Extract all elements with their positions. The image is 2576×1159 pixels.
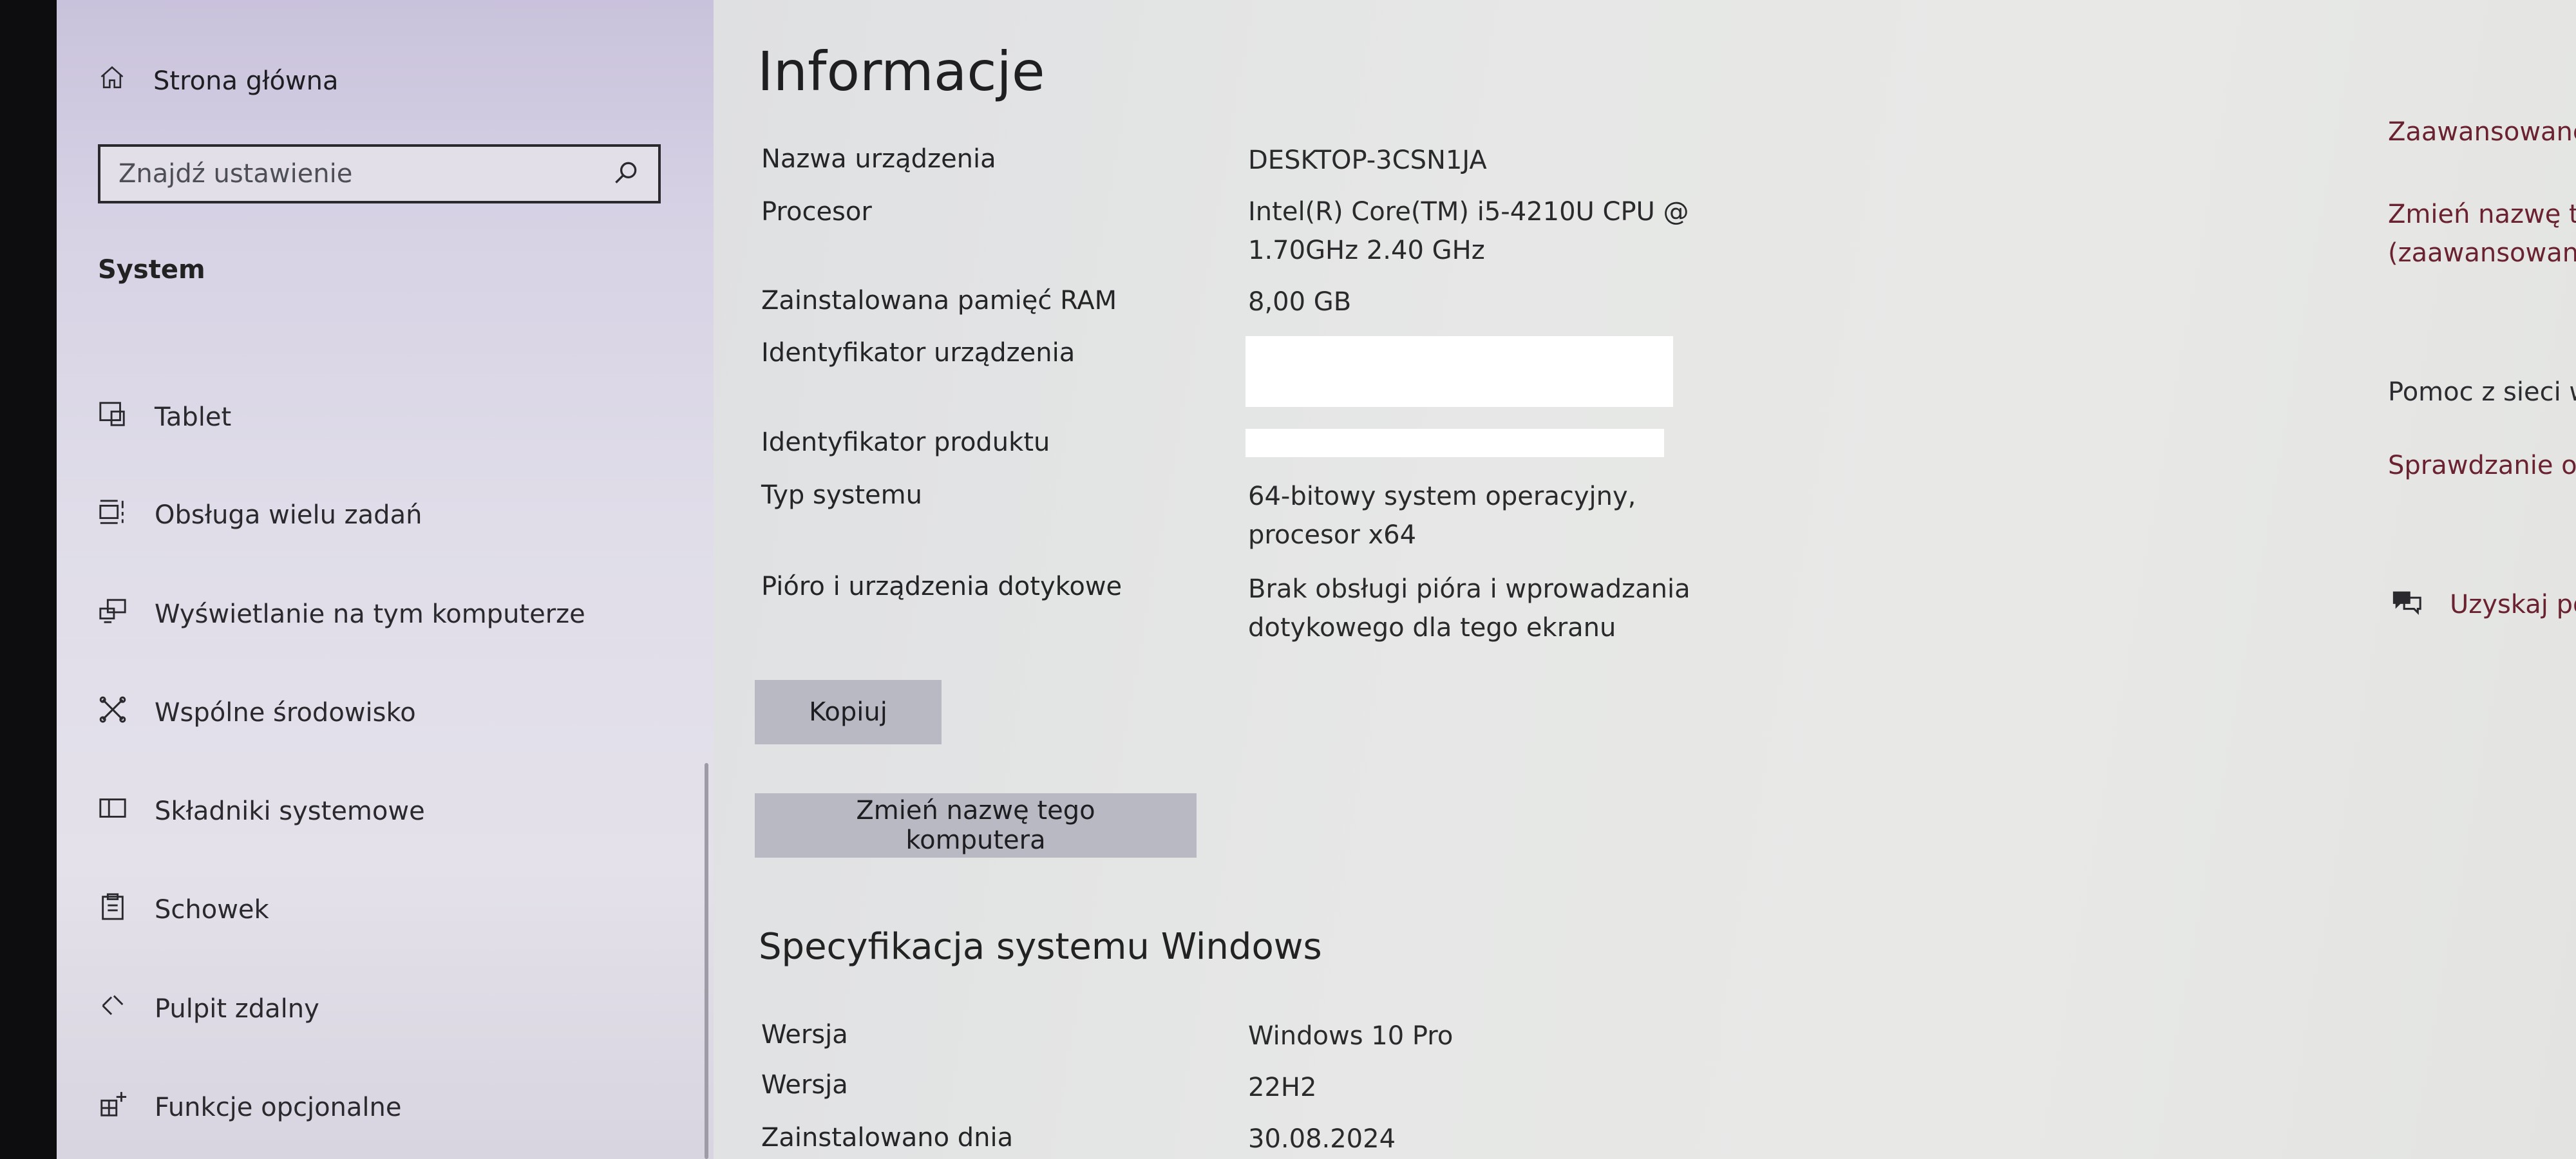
copy-button[interactable]: Kopiuj	[755, 680, 942, 744]
device-name-value: DESKTOP-3CSN1JA	[1248, 146, 1487, 175]
search-icon[interactable]	[612, 158, 640, 189]
system-components-icon	[98, 793, 128, 829]
processor-label: Procesor	[761, 197, 872, 227]
remote-desktop-icon	[98, 991, 128, 1027]
system-type-value-line2: procesor x64	[1248, 520, 1417, 550]
rename-pc-button[interactable]: Zmień nazwę tego komputera	[755, 793, 1197, 858]
pen-touch-value-line2: dotykowego dla tego ekranu	[1248, 613, 1616, 643]
processor-value-line2: 1.70GHz 2.40 GHz	[1248, 236, 1485, 265]
sidebar-item-clipboard[interactable]: Schowek	[98, 887, 269, 932]
settings-window: Strona główna System Tablet	[57, 0, 2576, 1159]
system-type-value-line1: 64-bitowy system operacyjny,	[1248, 482, 1636, 511]
tablet-icon	[98, 399, 128, 435]
home-icon	[98, 64, 126, 99]
home-link[interactable]: Strona główna	[98, 62, 339, 100]
sidebar-item-remote-desktop[interactable]: Pulpit zdalny	[98, 986, 319, 1032]
clipboard-icon	[98, 892, 128, 928]
rename-advanced-link-line2[interactable]: (zaawansowane)	[2388, 238, 2576, 268]
check-service-link[interactable]: Sprawdzanie obsłu	[2388, 451, 2576, 480]
sidebar-item-tablet[interactable]: Tablet	[98, 395, 231, 440]
installed-on-value: 30.08.2024	[1248, 1124, 1396, 1154]
home-label: Strona główna	[153, 66, 339, 96]
sidebar-item-label: Tablet	[155, 402, 232, 432]
installed-on-label: Zainstalowano dnia	[761, 1123, 1014, 1153]
settings-search-box[interactable]	[98, 144, 661, 203]
ram-label: Zainstalowana pamięć RAM	[761, 286, 1117, 316]
version-value: 22H2	[1248, 1073, 1317, 1102]
sidebar-item-label: Schowek	[155, 895, 269, 925]
optional-features-icon	[98, 1089, 128, 1126]
product-id-label: Identyfikator produktu	[761, 428, 1050, 457]
version-label: Wersja	[761, 1070, 848, 1100]
sidebar-item-label: Składniki systemowe	[155, 796, 425, 826]
sidebar-scrollbar[interactable]	[705, 763, 708, 1159]
settings-search-input[interactable]	[117, 158, 609, 189]
sidebar-item-multitasking[interactable]: Obsługa wielu zadań	[98, 493, 422, 538]
sidebar-item-label: Funkcje opcjonalne	[155, 1093, 402, 1122]
pen-touch-value-line1: Brak obsługi pióra i wprowadzania	[1248, 574, 1690, 604]
device-name-label: Nazwa urządzenia	[761, 144, 996, 174]
sidebar-item-label: Obsługa wielu zadań	[155, 500, 422, 530]
get-help-icon	[2391, 587, 2423, 622]
multitasking-icon	[98, 497, 128, 533]
advanced-settings-link[interactable]: Zaawansowane ust	[2388, 117, 2576, 147]
pen-touch-label: Pióro i urządzenia dotykowe	[761, 572, 1122, 601]
ram-value: 8,00 GB	[1248, 287, 1352, 317]
rename-advanced-link-line1[interactable]: Zmień nazwę tego	[2388, 200, 2576, 229]
get-help-link[interactable]: Uzyskaj pom	[2391, 587, 2576, 622]
sidebar-item-label: Wyświetlanie na tym komputerze	[155, 599, 585, 629]
sidebar: Strona główna System Tablet	[57, 0, 714, 1159]
section-title-system: System	[98, 255, 205, 285]
edition-label: Wersja	[761, 1020, 848, 1050]
windows-spec-title: Specyfikacja systemu Windows	[759, 926, 1322, 968]
get-help-label: Uzyskaj pom	[2450, 590, 2576, 619]
page-title: Informacje	[757, 40, 1045, 103]
sidebar-item-projecting[interactable]: Wyświetlanie na tym komputerze	[98, 592, 585, 637]
sidebar-item-label: Pulpit zdalny	[155, 994, 319, 1024]
shared-experiences-icon	[98, 695, 128, 731]
sidebar-item-shared-experiences[interactable]: Wspólne środowisko	[98, 690, 416, 735]
web-help-heading: Pomoc z sieci web	[2388, 377, 2576, 407]
edition-value: Windows 10 Pro	[1248, 1021, 1454, 1051]
product-id-redaction	[1245, 429, 1664, 457]
device-id-redaction	[1245, 336, 1673, 407]
sidebar-item-label: Wspólne środowisko	[155, 698, 416, 728]
main-content: Informacje Nazwa urządzenia DESKTOP-3CSN…	[714, 0, 2576, 1159]
processor-value-line1: Intel(R) Core(TM) i5-4210U CPU @	[1248, 197, 1689, 227]
device-id-label: Identyfikator urządzenia	[761, 338, 1075, 368]
sidebar-item-optional-features[interactable]: Funkcje opcjonalne	[98, 1085, 402, 1130]
system-type-label: Typ systemu	[761, 480, 922, 510]
sidebar-item-system-components[interactable]: Składniki systemowe	[98, 789, 425, 834]
projecting-icon	[98, 596, 128, 632]
